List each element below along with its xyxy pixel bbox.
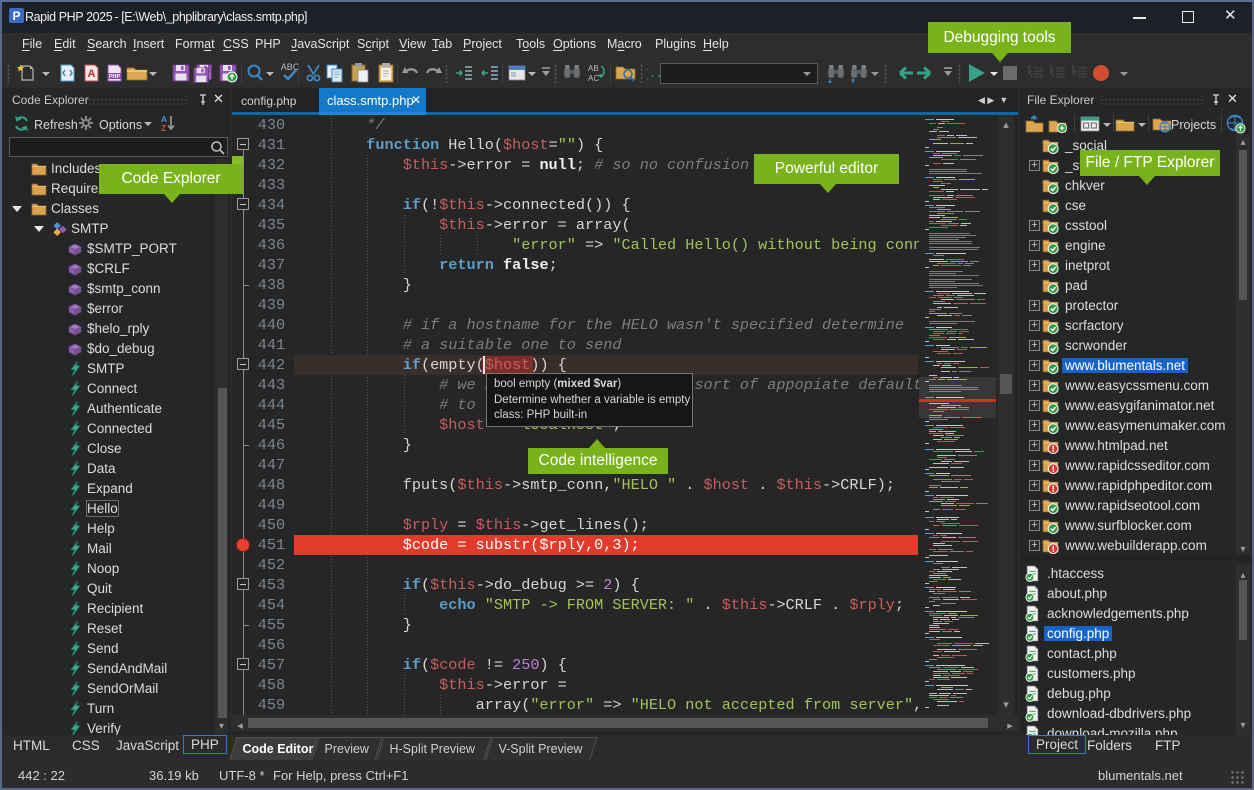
svg-text:ABC: ABC — [281, 62, 300, 72]
svg-text:AC: AC — [588, 74, 599, 83]
svg-text:AB: AB — [588, 64, 599, 73]
svg-text:PHP: PHP — [109, 74, 121, 80]
svg-text:A: A — [88, 68, 96, 80]
svg-text:Z: Z — [161, 123, 166, 133]
